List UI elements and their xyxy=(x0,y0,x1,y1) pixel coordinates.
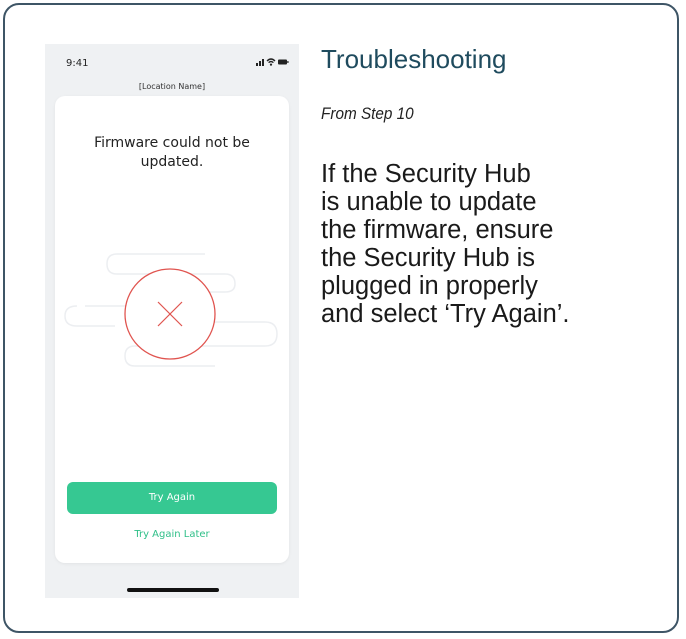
error-illustration xyxy=(64,253,278,367)
status-time: 9:41 xyxy=(66,58,89,69)
step-reference: From Step 10 xyxy=(321,104,414,123)
status-icons xyxy=(256,58,289,66)
battery-icon xyxy=(278,59,289,65)
instruction-line: and select ‘Try Again’. xyxy=(321,300,570,328)
wifi-icon xyxy=(266,58,276,66)
try-again-later-link[interactable]: Try Again Later xyxy=(67,529,277,540)
error-card: Firmware could not be updated. Try Again… xyxy=(55,96,289,563)
instruction-text: If the Security Hub is unable to update … xyxy=(321,160,681,328)
instruction-line: the firmware, ensure xyxy=(321,216,554,244)
phone-screenshot: 9:41 [Location Name] Firmware could not … xyxy=(45,44,299,598)
location-name: [Location Name] xyxy=(138,82,206,91)
instruction-line: is unable to update xyxy=(321,188,537,216)
home-indicator[interactable] xyxy=(127,588,219,592)
error-title: Firmware could not be updated. xyxy=(94,135,250,170)
instruction-line: the Security Hub is xyxy=(321,244,536,272)
try-again-button[interactable]: Try Again xyxy=(67,482,277,514)
instruction-line: If the Security Hub xyxy=(321,160,531,188)
status-bar: 9:41 xyxy=(45,44,299,80)
section-heading: Troubleshooting xyxy=(321,44,507,74)
instruction-line: plugged in properly xyxy=(321,272,538,300)
signal-icon xyxy=(256,59,264,66)
